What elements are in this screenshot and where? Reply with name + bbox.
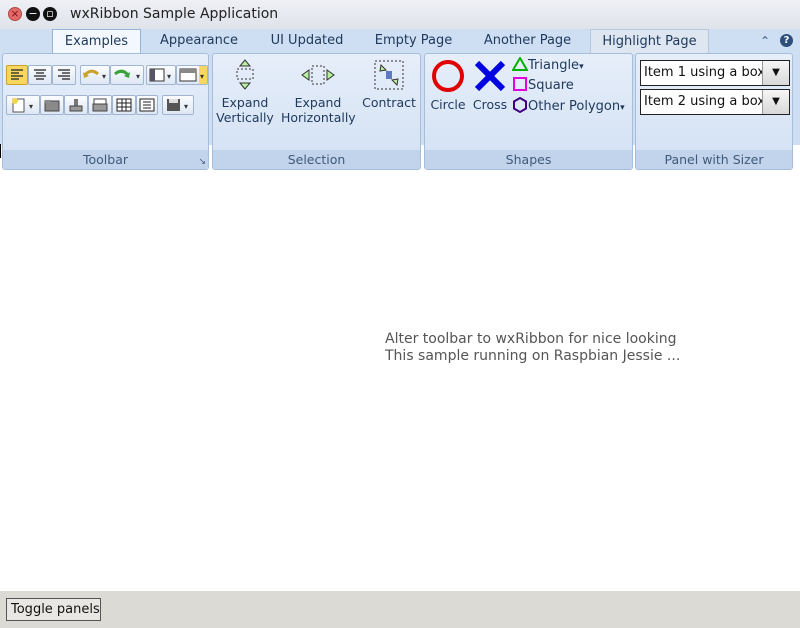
column-layout-icon[interactable]: ▾ [146,65,176,85]
triangle-button[interactable]: Triangle▾ [511,56,584,75]
tab-empty-page[interactable]: Empty Page [364,29,463,53]
title-bar: × − ▫ wxRibbon Sample Application [0,0,800,30]
polygon-icon [513,96,527,114]
tab-ui-updated[interactable]: UI Updated [259,29,355,53]
align-center-icon[interactable] [28,65,52,85]
combo-item-2-value: Item 2 using a box [644,94,765,109]
collapse-ribbon-icon[interactable]: ⌃ [760,34,770,48]
svg-text:▾: ▾ [184,102,188,111]
panel-sizer-label: Panel with Sizer [636,150,792,169]
ribbon: Examples Appearance UI Updated Empty Pag… [0,29,800,170]
circle-button[interactable]: Circle [427,58,469,112]
combo-item-1-dropdown-icon[interactable]: ▼ [762,61,789,85]
save-icon[interactable]: ▾ [162,95,194,115]
panel-toolbar-label: Toolbar [3,150,208,169]
tab-examples[interactable]: Examples [52,29,141,55]
main-text: Alter toolbar to wxRibbon for nice looki… [385,331,680,365]
contract-icon [374,60,404,90]
stamp-icon[interactable] [64,95,88,115]
toggle-panels-button[interactable]: Toggle panels [6,598,101,621]
tab-appearance[interactable]: Appearance [150,29,248,53]
panel-selection-label: Selection [213,150,420,169]
cross-button[interactable]: Cross [469,58,511,112]
redo-icon[interactable]: ▾ [110,65,144,85]
open-folder-icon[interactable] [40,95,64,115]
svg-text:▾: ▾ [136,72,140,81]
fill-pattern-icon[interactable]: ▾ [176,65,208,85]
status-bar [0,591,800,628]
square-button[interactable]: Square [512,77,574,95]
panel-shapes-label: Shapes [425,150,632,169]
cross-icon [474,60,506,92]
align-right-icon[interactable] [52,65,76,85]
tab-another-page[interactable]: Another Page [473,29,582,53]
panel-toolbar: ▾ ▾ ▾ ▾ ▾ ▾ Toolbar ↘ [2,53,209,170]
list-icon[interactable] [136,95,158,115]
circle-icon [432,60,464,92]
expand-vertically-icon [236,59,254,90]
align-left-icon[interactable] [6,65,28,85]
help-icon[interactable]: ? [780,34,793,47]
main-text-line-2: This sample running on Raspbian Jessie .… [385,348,681,364]
main-text-line-1: Alter toolbar to wxRibbon for nice looki… [385,331,677,347]
new-file-icon[interactable]: ▾ [6,95,40,115]
combo-item-1[interactable]: Item 1 using a box ▼ [640,60,790,86]
maximize-icon[interactable]: ▫ [43,7,57,21]
combo-item-2-dropdown-icon[interactable]: ▼ [762,90,789,114]
contract-button[interactable]: Contract [359,58,419,110]
panel-selection: Expand Vertically Expand Horizontally Co… [212,53,421,170]
panel-shapes: Circle Cross Triangle▾ Square Other Poly… [424,53,633,170]
other-polygon-button[interactable]: Other Polygon▾ [512,96,625,115]
svg-text:▾: ▾ [167,72,171,81]
print-preview-icon[interactable] [88,95,112,115]
tab-highlight-page[interactable]: Highlight Page [590,29,709,54]
text-cursor [0,144,1,158]
expand-horizontally-icon [301,65,335,85]
panel-extension-icon[interactable]: ↘ [198,157,206,167]
close-icon[interactable]: × [8,7,22,21]
panel-sizer: Item 1 using a box ▼ Item 2 using a box … [635,53,793,170]
combo-item-2[interactable]: Item 2 using a box ▼ [640,89,790,115]
square-icon [513,77,527,91]
expand-horizontally-button[interactable]: Expand Horizontally [281,58,356,125]
minimize-icon[interactable]: − [26,7,40,21]
svg-text:▾: ▾ [102,72,106,81]
window-title: wxRibbon Sample Application [70,6,279,22]
combo-item-1-value: Item 1 using a box [644,65,765,80]
svg-text:▾: ▾ [29,102,33,111]
undo-icon[interactable]: ▾ [80,65,110,85]
svg-text:▾: ▾ [200,72,204,81]
table-icon[interactable] [112,95,136,115]
expand-vertically-button[interactable]: Expand Vertically [215,58,275,125]
triangle-icon [511,56,529,71]
